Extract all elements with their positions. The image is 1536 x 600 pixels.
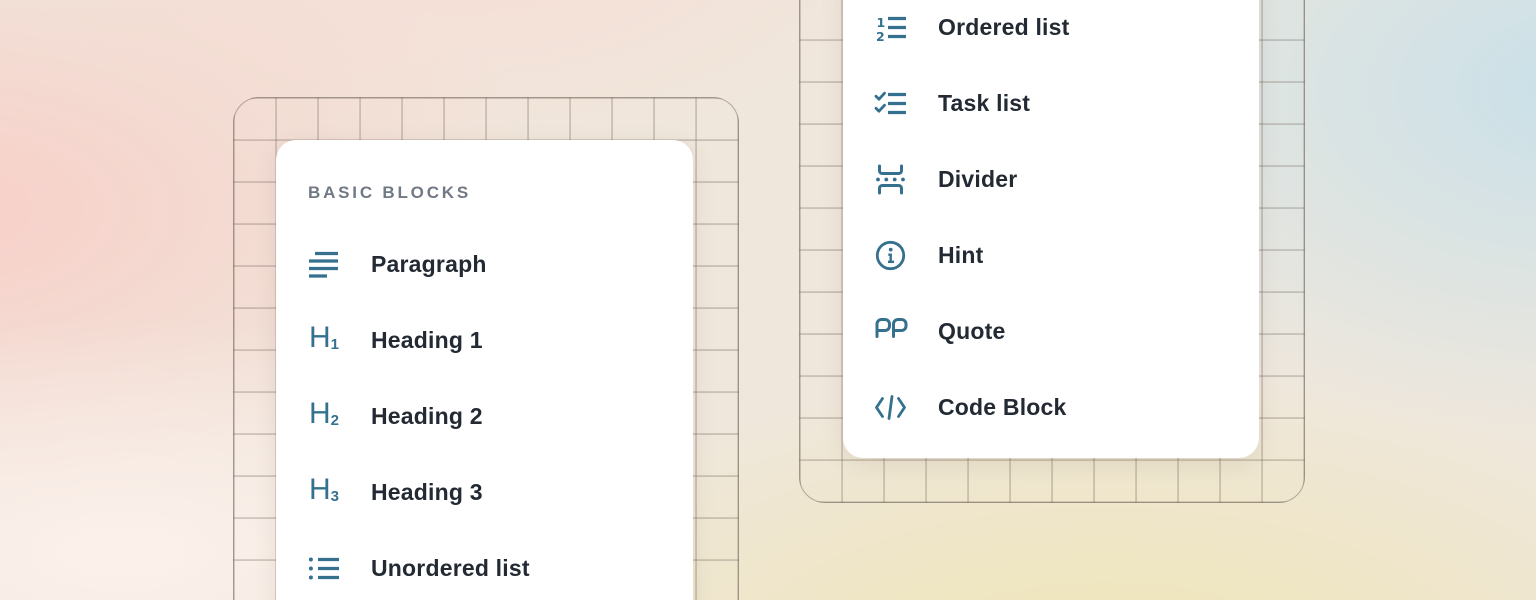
menu-item-label: Divider — [938, 166, 1017, 193]
menu-item-heading-2[interactable]: H2 Heading 2 — [276, 378, 693, 454]
menu-item-label: Hint — [938, 242, 984, 269]
menu-item-label: Heading 1 — [371, 327, 483, 354]
paragraph-icon — [307, 248, 340, 281]
menu-item-label: Quote — [938, 318, 1005, 345]
menu-item-paragraph[interactable]: Paragraph — [276, 226, 693, 302]
menu-item-divider[interactable]: Divider — [843, 141, 1259, 217]
code-block-icon — [874, 391, 907, 424]
unordered-list-icon — [307, 552, 340, 585]
menu-item-task-list[interactable]: Task list — [843, 65, 1259, 141]
menu-item-label: Ordered list — [938, 14, 1070, 41]
heading-3-icon: H3 — [307, 476, 340, 509]
menu-item-heading-3[interactable]: H3 Heading 3 — [276, 454, 693, 530]
task-list-icon — [874, 87, 907, 120]
divider-icon — [874, 163, 907, 196]
menu-item-label: Paragraph — [371, 251, 487, 278]
advanced-blocks-menu-card: 12 Ordered list Task list Divider Hint Quote C… — [843, 0, 1259, 458]
heading-2-icon: H2 — [307, 400, 340, 433]
advanced-blocks-item-list: 12 Ordered list Task list Divider Hint Quote C… — [843, 0, 1259, 445]
menu-item-heading-1[interactable]: H1 Heading 1 — [276, 302, 693, 378]
menu-item-code-block[interactable]: Code Block — [843, 369, 1259, 445]
menu-item-label: Task list — [938, 90, 1030, 117]
menu-item-unordered-list[interactable]: Unordered list — [276, 530, 693, 600]
menu-item-quote[interactable]: Quote — [843, 293, 1259, 369]
menu-item-ordered-list[interactable]: 12 Ordered list — [843, 0, 1259, 65]
menu-item-label: Heading 3 — [371, 479, 483, 506]
menu-item-label: Heading 2 — [371, 403, 483, 430]
basic-blocks-item-list: Paragraph H1 Heading 1 H2 Heading 2 H3 Heading… — [276, 226, 693, 600]
svg-text:2: 2 — [876, 29, 885, 44]
basic-blocks-section-label: BASIC BLOCKS — [308, 182, 471, 204]
ordered-list-icon: 12 — [874, 11, 907, 44]
menu-item-hint[interactable]: Hint — [843, 217, 1259, 293]
menu-item-label: Code Block — [938, 394, 1067, 421]
basic-blocks-menu-card: BASIC BLOCKS Paragraph H1 Heading 1 H2 Headi… — [276, 140, 693, 600]
menu-item-label: Unordered list — [371, 555, 530, 582]
hint-icon — [874, 239, 907, 272]
svg-text:1: 1 — [877, 15, 886, 30]
heading-1-icon: H1 — [307, 324, 340, 357]
canvas: BASIC BLOCKS Paragraph H1 Heading 1 H2 Headi… — [0, 0, 1536, 600]
quote-icon — [874, 315, 907, 348]
